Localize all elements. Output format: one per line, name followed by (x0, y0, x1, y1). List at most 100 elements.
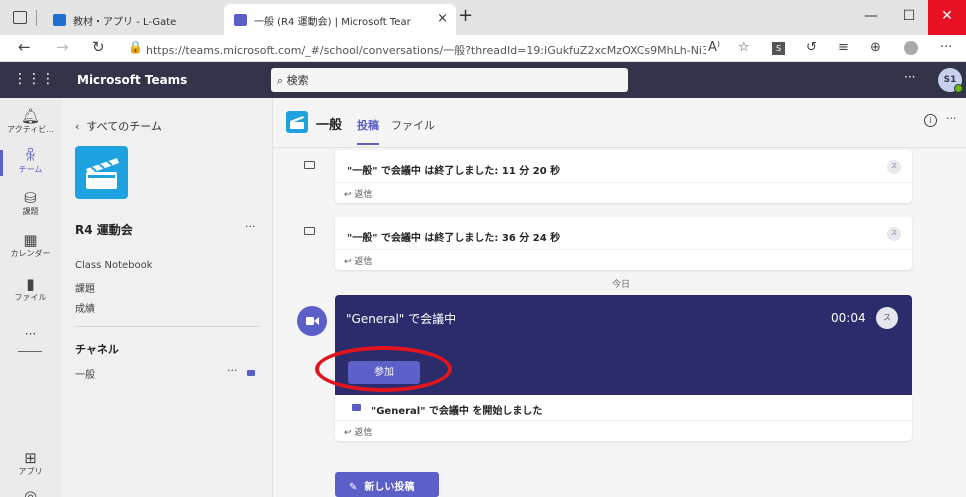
avatar[interactable]: ス (887, 160, 901, 174)
apps-icon: ⊞ (24, 449, 37, 467)
search-icon: ⌕ (277, 74, 284, 87)
meeting-started-text: "General" で会議中 を開始しました (371, 406, 543, 417)
app-launcher-icon[interactable]: ⋮⋮⋮ (0, 62, 68, 98)
team-name[interactable]: R4 運動会 (75, 221, 133, 238)
meeting-title: "General" で会議中 (346, 312, 457, 326)
rail-item-calendar[interactable]: ▦ カレンダー (0, 232, 61, 259)
new-post-button[interactable]: ✎ 新しい投稿 (335, 472, 439, 497)
avatar-initials: S1 (943, 75, 957, 85)
reply-label: 返信 (354, 428, 373, 438)
maximize-button[interactable]: ☐ (890, 0, 928, 35)
meeting-video-icon (297, 306, 327, 336)
address-bar: ← → ↻ 🔒 https://teams.microsoft.com/_#/s… (0, 35, 966, 62)
app-rail: 🔔︎ アクティビ... ꆜ チーム ⛁ 課題 ▦ カレンダー ▮ ファイル ··… (0, 98, 61, 497)
video-camera-icon (247, 370, 255, 376)
rail-label: 課題 (22, 207, 39, 216)
team-logo-clapperboard-icon (286, 111, 308, 133)
message-text: "一般" で会議中 は終了しました: 36 分 24 秒 (347, 233, 561, 244)
url-field[interactable]: https://teams.microsoft.com/_#/school/co… (146, 42, 706, 58)
channel-title: 一般 (316, 118, 343, 133)
meeting-duration: 00:04 (831, 311, 866, 325)
rail-label: カレンダー (10, 249, 51, 258)
browser-tab-teams[interactable]: 一般 (R4 運動会) | Microsoft Tear × (224, 4, 456, 35)
rail-item-more[interactable]: ··· (0, 326, 61, 343)
assignments-link[interactable]: 課題 (75, 280, 95, 295)
rail-item-apps[interactable]: ⊞ アプリ (0, 450, 61, 477)
team-logo-clapperboard-icon (75, 146, 128, 199)
class-notebook-link[interactable]: Class Notebook (75, 260, 153, 271)
team-panel: ‹ すべてのチーム R4 運動会 ··· Class Notebook 課題 成… (61, 98, 273, 497)
forward-arrow-icon[interactable]: → (56, 38, 69, 56)
reply-button[interactable]: ↩ 返信 (344, 254, 372, 267)
avatar[interactable]: S1 (938, 68, 963, 93)
help-icon[interactable]: ◎ (0, 488, 61, 497)
rail-item-assignments[interactable]: ⛁ 課題 (0, 190, 61, 217)
divider (335, 249, 912, 250)
assignments-icon: ⛁ (24, 189, 37, 207)
reply-button[interactable]: ↩ 返信 (344, 187, 372, 200)
channel-more-button[interactable]: ··· (946, 112, 957, 125)
message-text: "一般" で会議中 は終了しました: 11 分 20 秒 (347, 166, 561, 177)
avatar[interactable]: ス (876, 307, 898, 329)
reply-label: 返信 (354, 190, 373, 200)
browser-tabbar: 教材・アプリ - L-Gate × 一般 (R4 運動会) | Microsof… (0, 0, 966, 35)
settings-more-button[interactable]: ··· (904, 70, 915, 84)
favorite-star-icon[interactable]: ☆ (738, 40, 750, 55)
info-icon[interactable]: i (924, 114, 937, 127)
highlight-circle (315, 346, 452, 392)
extensions-icon[interactable]: ↺ (806, 40, 817, 55)
refresh-icon[interactable]: ↻ (92, 38, 105, 56)
search-input[interactable]: ⌕ 検索 (271, 68, 628, 92)
tab-posts[interactable]: 投稿 (357, 117, 379, 145)
reply-button[interactable]: ↩ 返信 (344, 425, 372, 438)
collections-icon[interactable]: ⊕ (870, 40, 881, 55)
avatar[interactable]: ス (887, 227, 901, 241)
channel-header: 一般 投稿 ファイル i ··· (273, 98, 966, 148)
lgate-favicon-icon (53, 14, 66, 26)
calendar-icon: ▦ (23, 231, 38, 249)
divider (18, 351, 42, 352)
new-tab-button[interactable]: + (458, 5, 473, 26)
rail-label: アクティビ... (7, 125, 54, 134)
list-item: "一般" で会議中 は終了しました: 11 分 20 秒 ↩ 返信 ス (335, 150, 912, 203)
rail-label: ファイル (14, 293, 47, 302)
minimize-button[interactable]: — (852, 0, 890, 35)
tab-files[interactable]: ファイル (391, 117, 435, 133)
browser-tab-lgate[interactable]: 教材・アプリ - L-Gate × (43, 4, 250, 35)
divider (75, 326, 259, 327)
list-item: "一般" で会議中 は終了しました: 36 分 24 秒 ↩ 返信 ス (335, 217, 912, 270)
team-more-button[interactable]: ··· (245, 220, 256, 233)
bell-icon: 🔔︎ (20, 107, 41, 125)
rail-item-teams[interactable]: ꆜ チーム (0, 147, 61, 176)
back-label: すべてのチーム (86, 120, 162, 133)
app-title: Microsoft Teams (77, 73, 188, 87)
back-arrow-icon[interactable]: ← (18, 38, 31, 56)
channel-more-button[interactable]: ··· (227, 364, 238, 377)
close-tab-icon[interactable]: × (437, 11, 448, 26)
presence-status-icon (954, 84, 963, 93)
teams-icon: ꆜ (24, 147, 37, 165)
close-window-button[interactable]: ✕ (928, 0, 966, 35)
teams-header: ⋮⋮⋮ Microsoft Teams ⌕ 検索 ··· S1 (0, 62, 966, 98)
divider (335, 182, 912, 183)
divider (36, 10, 37, 26)
new-post-label: 新しい投稿 (364, 482, 415, 493)
grades-link[interactable]: 成績 (75, 300, 95, 315)
lock-icon[interactable]: 🔒 (128, 40, 143, 54)
tab-actions-icon[interactable] (13, 11, 27, 24)
back-to-all-teams[interactable]: ‹ すべてのチーム (75, 118, 162, 134)
favorites-icon[interactable]: ≡ (838, 40, 849, 55)
more-icon: ··· (24, 327, 37, 341)
rail-label: アプリ (18, 467, 43, 476)
profile-icon[interactable] (904, 41, 918, 55)
search-placeholder: 検索 (286, 74, 309, 87)
rail-item-activity[interactable]: 🔔︎ アクティビ... (0, 108, 61, 135)
channel-general[interactable]: 一般 (75, 366, 95, 381)
extension-icon[interactable]: S (772, 42, 785, 55)
read-aloud-icon[interactable]: A⁾ (708, 40, 720, 55)
compose-icon: ✎ (349, 482, 365, 493)
browser-menu-icon[interactable]: ··· (940, 40, 952, 55)
video-camera-icon (352, 404, 361, 411)
date-divider: 今日 (612, 280, 631, 290)
rail-item-files[interactable]: ▮ ファイル (0, 276, 61, 303)
